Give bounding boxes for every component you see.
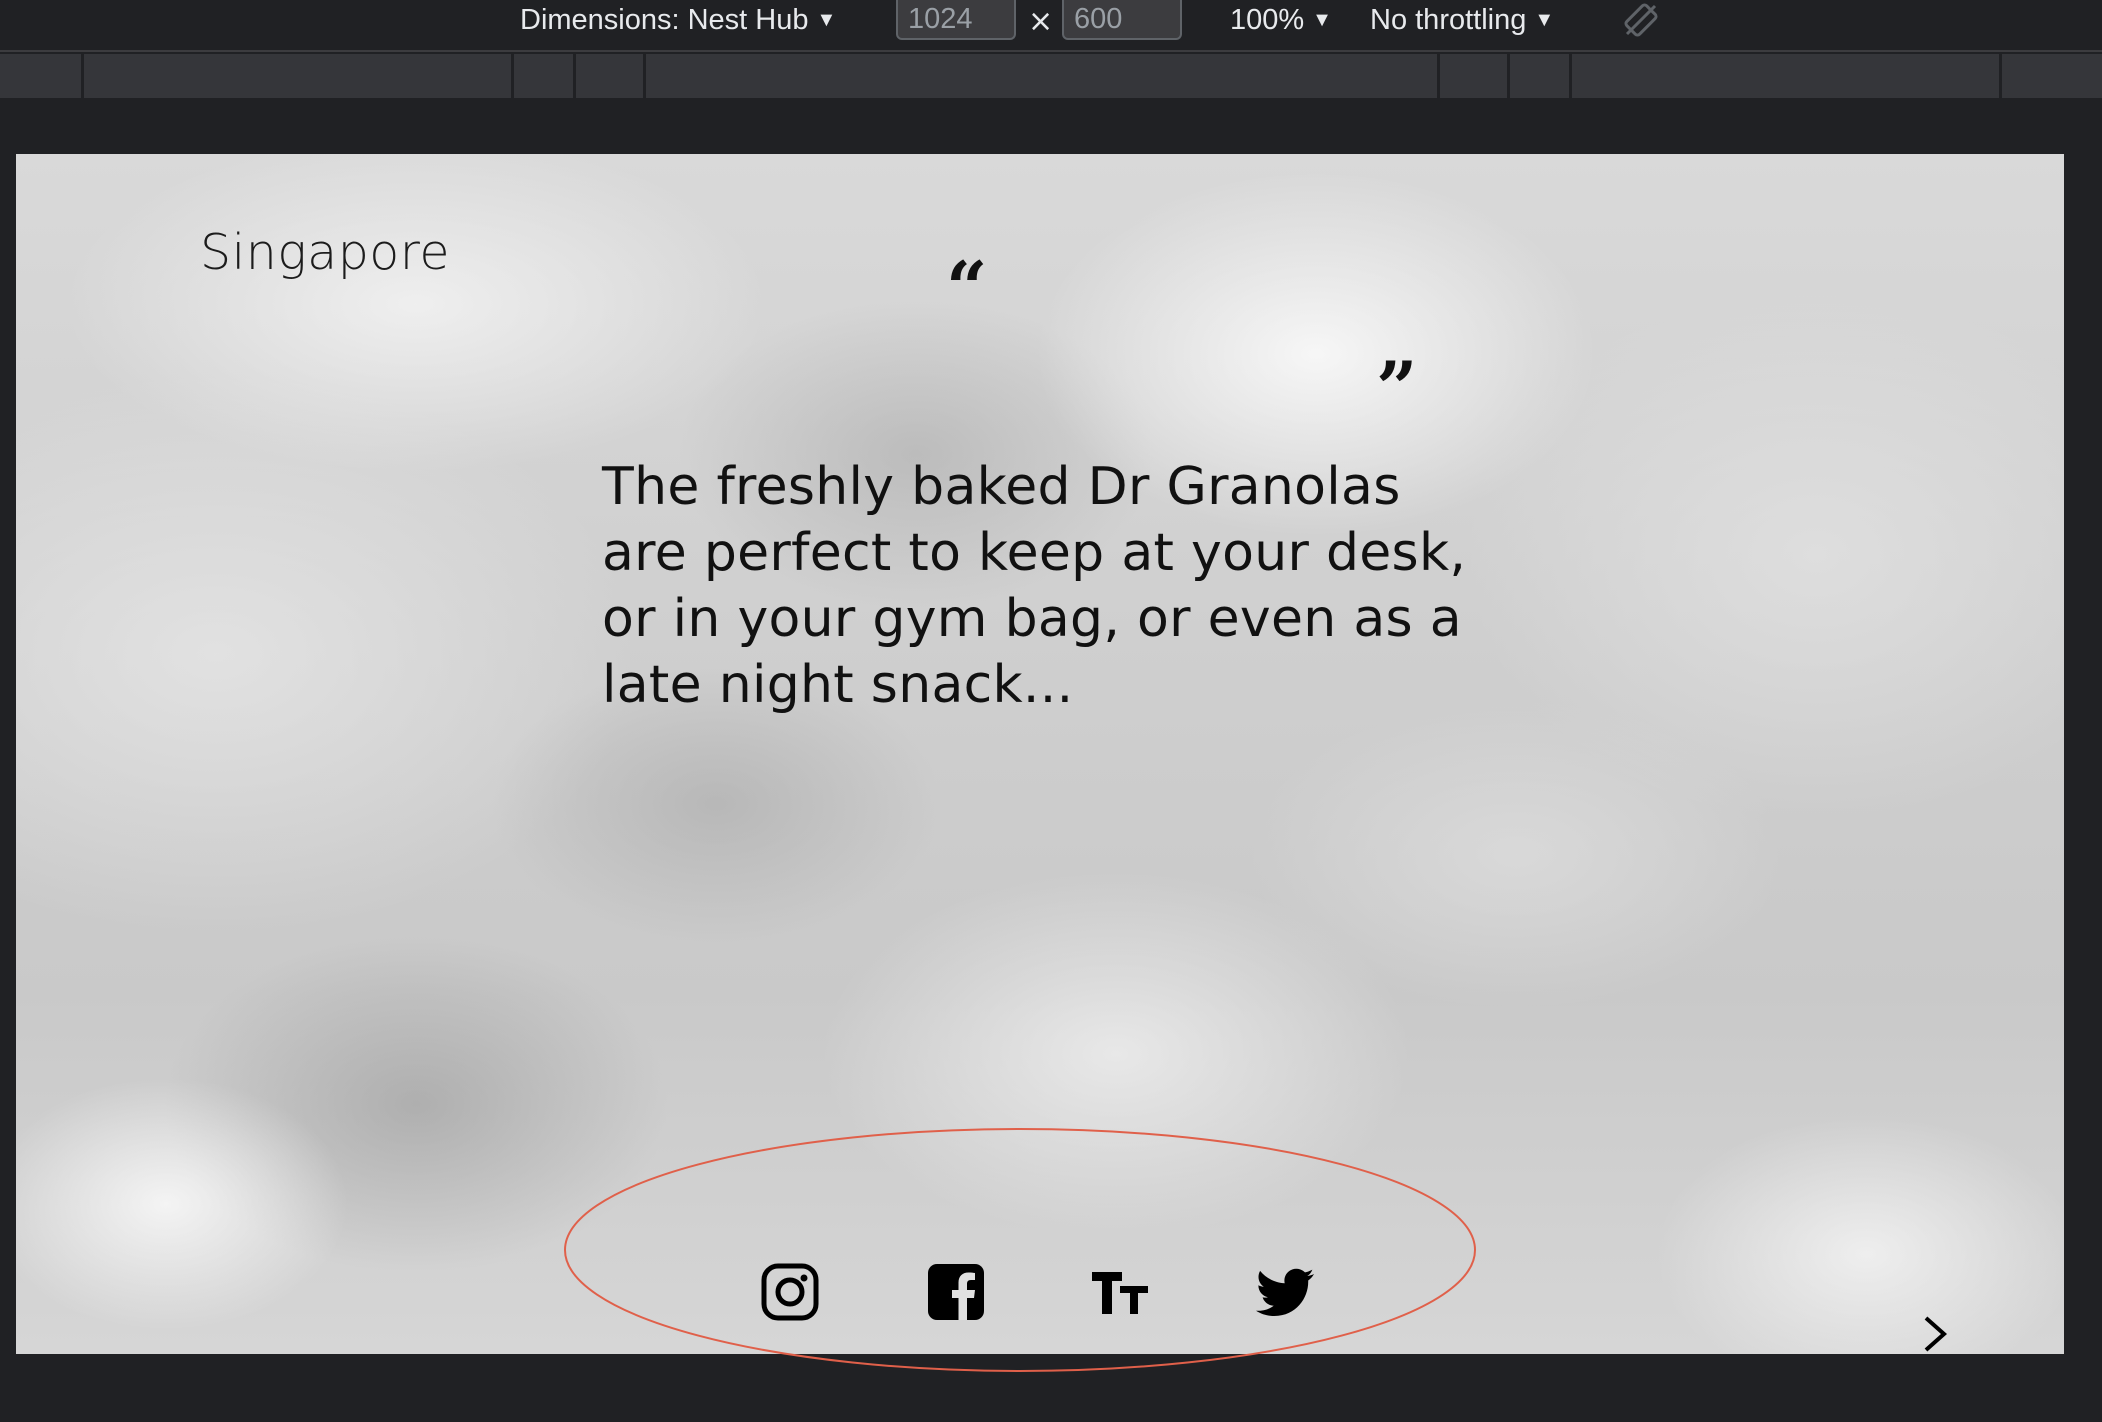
times-icon: × bbox=[1028, 4, 1054, 39]
media-query-segment[interactable] bbox=[1999, 54, 2102, 98]
chevron-down-icon: ▼ bbox=[1312, 9, 1332, 31]
rotate-icon[interactable] bbox=[1623, 2, 1659, 38]
city-label: Singapore bbox=[200, 224, 451, 281]
cloud-background bbox=[16, 154, 2064, 1354]
media-query-segment[interactable] bbox=[1507, 54, 1572, 98]
facebook-icon[interactable] bbox=[926, 1262, 986, 1322]
testimonial-quote: The freshly baked Dr Granolas are perfec… bbox=[602, 457, 1467, 715]
media-query-segment[interactable] bbox=[511, 54, 576, 98]
zoom-dropdown[interactable]: 100% ▼ bbox=[1230, 0, 1332, 40]
instagram-icon[interactable] bbox=[760, 1262, 820, 1322]
chevron-down-icon: ▼ bbox=[816, 9, 837, 31]
open-quote-icon: “ bbox=[946, 245, 988, 330]
dimensions-dropdown[interactable]: Dimensions: Nest Hub ▼ bbox=[520, 0, 836, 40]
height-input[interactable]: 600 bbox=[1062, 0, 1182, 40]
media-query-segment[interactable] bbox=[81, 54, 514, 98]
device-toolbar: Dimensions: Nest Hub ▼ 1024 × 600 100% ▼ N… bbox=[0, 0, 2102, 52]
zoom-label: 100% bbox=[1230, 4, 1305, 36]
media-query-segment[interactable] bbox=[1569, 54, 2002, 98]
chevron-right-icon[interactable] bbox=[1918, 1314, 1952, 1354]
media-query-segment[interactable] bbox=[643, 54, 1440, 98]
close-quote-icon: ” bbox=[1376, 345, 1418, 430]
media-query-bar bbox=[0, 54, 2102, 98]
text-size-icon[interactable] bbox=[1090, 1262, 1150, 1322]
media-query-segment[interactable] bbox=[1437, 54, 1510, 98]
chevron-down-icon: ▼ bbox=[1534, 9, 1555, 31]
twitter-icon[interactable] bbox=[1256, 1262, 1316, 1322]
throttling-dropdown[interactable]: No throttling ▼ bbox=[1370, 0, 1554, 40]
dimensions-label: Dimensions: Nest Hub bbox=[520, 4, 809, 36]
throttling-label: No throttling bbox=[1370, 4, 1527, 36]
social-links bbox=[760, 1262, 1360, 1332]
width-input[interactable]: 1024 bbox=[896, 0, 1016, 40]
media-query-segment[interactable] bbox=[573, 54, 646, 98]
device-viewport: Singapore “ ” The freshly baked Dr Grano… bbox=[16, 154, 2064, 1354]
